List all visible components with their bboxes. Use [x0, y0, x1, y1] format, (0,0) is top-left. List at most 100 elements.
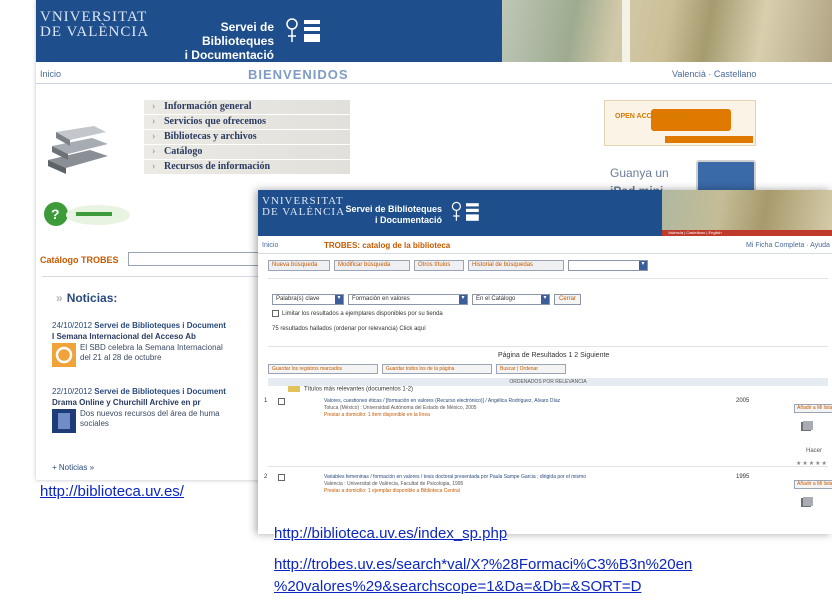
more-news-link[interactable]: + Noticias »: [52, 463, 94, 472]
language-bar: Valencià | Castellano | English: [662, 230, 832, 236]
service-name-line2: i Documentació: [374, 215, 442, 225]
book-icon: [801, 497, 813, 507]
limit-label: Limitar los resultados a ejemplares disp…: [282, 311, 443, 318]
header-photo-books: [502, 0, 832, 62]
news-source[interactable]: Servei de Biblioteques i Document: [94, 321, 226, 330]
news-title[interactable]: Drama Online y Churchill Archive en pr: [52, 398, 278, 407]
menu-item-general-info[interactable]: Información general: [144, 100, 350, 114]
news-item[interactable]: 24/10/2012 Servei de Biblioteques i Docu…: [52, 321, 278, 367]
language-links[interactable]: Valencià · Castellano: [672, 69, 756, 79]
trobes-search-url-line2[interactable]: %20valores%29&searchscope=1&Da=&Db=&SORT…: [274, 578, 642, 595]
account-links[interactable]: Mi Ficha Completa · Ayuda: [746, 242, 830, 249]
promo-text: Guanya un: [610, 166, 669, 180]
modify-search-button[interactable]: Modificar búsqueda: [334, 260, 410, 271]
news-item[interactable]: 22/10/2012 Servei de Biblioteques i Docu…: [52, 387, 278, 433]
index-sp-url-caption[interactable]: http://biblioteca.uv.es/index_sp.php: [274, 525, 508, 542]
library-service-logo[interactable]: Servei de Biblioteques i Documentació: [146, 20, 274, 62]
menu-item-resources[interactable]: Recursos de información: [144, 160, 350, 174]
search-history-button[interactable]: Historial de búsquedas: [468, 260, 564, 271]
news-heading: Noticias:: [56, 291, 118, 305]
limit-available-option[interactable]: Limitar los resultados a ejemplares disp…: [272, 310, 443, 317]
relevance-note-text: Títulos más relevantes (documentos 1-2): [304, 386, 414, 393]
menu-item-catalog[interactable]: Catálogo: [144, 145, 350, 159]
catalog-search-label: Catálogo TROBES: [40, 255, 119, 265]
menu-dropdown[interactable]: [568, 260, 648, 271]
home-link[interactable]: Inicio: [262, 242, 278, 249]
news-title[interactable]: I Semana Internacional del Acceso Ab: [52, 332, 278, 341]
add-to-list-button[interactable]: Añadir a Mi lista: [794, 404, 832, 413]
search-query-input[interactable]: Formación en valores: [348, 294, 468, 305]
search-field-select[interactable]: Palabra(s) clave: [272, 294, 344, 305]
open-access-week-banner[interactable]: OPEN ACCESS WEEK: [604, 100, 756, 146]
biblioteca-url-caption[interactable]: http://biblioteca.uv.es/: [40, 483, 184, 500]
result-title-link[interactable]: Valores, cuestiones éticas / [formación …: [324, 398, 704, 405]
result-availability: Prestar a domicilio: 1 item disponible e…: [324, 412, 430, 418]
menu-item-libraries[interactable]: Bibliotecas y archivos: [144, 130, 350, 144]
result-divider: [268, 466, 828, 467]
service-name-line1: Servei de Biblioteques: [201, 20, 274, 48]
service-name-line1: Servei de Biblioteques: [345, 204, 442, 214]
university-name-line2: DE VALÈNCIA: [40, 24, 150, 40]
news-meta: 24/10/2012 Servei de Biblioteques i Docu…: [52, 321, 278, 330]
trobes-search-url-line1[interactable]: http://trobes.uv.es/search*val/X?%28Form…: [274, 556, 693, 573]
search-scope-select[interactable]: En el Catálogo: [472, 294, 550, 305]
page-title: TROBES: catalog de la biblioteca: [324, 241, 451, 250]
svg-text:?: ?: [51, 206, 60, 222]
folder-icon: [288, 386, 300, 392]
news-summary-line1: El SBD celebra la Semana Internacional: [80, 343, 223, 352]
university-logo[interactable]: VNIVERSITAT DE VALÈNCIA: [40, 10, 149, 40]
catalog-search-input[interactable]: [128, 252, 268, 266]
add-to-list-button[interactable]: Añadir a Mi lista: [794, 480, 832, 489]
library-emblem-icon: [286, 18, 320, 42]
news-source[interactable]: Servei de Biblioteques i Document: [94, 387, 226, 396]
library-service-logo[interactable]: Servei de Biblioteques i Documentació: [342, 204, 442, 226]
university-name-line1: VNIVERSITAT: [40, 9, 148, 25]
book-icon: [801, 421, 813, 431]
results-action-buttons: Guardar los registros marcados Guardar t…: [268, 364, 598, 375]
books-stack-icon: [48, 126, 108, 174]
news-meta: 22/10/2012 Servei de Biblioteques i Docu…: [52, 387, 278, 396]
other-titles-button[interactable]: Otros títulos: [414, 260, 464, 271]
university-logo[interactable]: VNIVERSITAT DE VALÈNCIA: [262, 196, 345, 218]
presentation-slide: { "back_window": { "brand": { "universit…: [0, 0, 832, 601]
news-title-text: Drama Online y Churchill Archive en pr: [52, 398, 201, 407]
sort-button[interactable]: Buscar | Ordenar: [496, 364, 566, 374]
limit-checkbox[interactable]: [272, 310, 279, 317]
trobes-header-banner: VNIVERSITAT DE VALÈNCIA Servei de Biblio…: [258, 190, 832, 236]
menu-item-services[interactable]: Servicios que ofrecemos: [144, 115, 350, 129]
trobes-title-row: Inicio TROBES: catalog de la biblioteca …: [258, 238, 832, 254]
divider: [268, 346, 828, 347]
save-marked-button[interactable]: Guardar los registros marcados: [268, 364, 378, 374]
churchill-thumbnail-icon: [52, 409, 76, 433]
open-access-date-strip: [665, 136, 753, 143]
news-summary-line2: del 21 al 28 de octubre: [80, 353, 162, 362]
news-title-text: I Semana Internacional del Acceso Ab: [52, 332, 196, 341]
news-date: 24/10/2012: [52, 321, 93, 330]
search-submit-button[interactable]: Cerrar: [554, 294, 582, 305]
news-summary: Dos nuevos recursos del área de huma soc…: [80, 409, 278, 429]
result-title-link[interactable]: Variables femeninas / formación en valor…: [324, 474, 704, 481]
sort-order-bar: ORDENADOS POR RELEVANCIA: [268, 378, 828, 386]
library-help-logo-icon[interactable]: ?: [42, 200, 132, 228]
open-access-label: OPEN ACCESS WEEK: [615, 113, 689, 120]
relevance-note: Títulos más relevantes (documentos 1-2): [288, 386, 413, 393]
language-links[interactable]: Valencià | Castellano | English: [668, 230, 722, 235]
news-summary: El SBD celebra la Semana Internacional d…: [80, 343, 278, 363]
result-checkbox[interactable]: [278, 398, 285, 405]
search-menu-buttons: Nueva búsqueda Modificar búsqueda Otros …: [268, 260, 648, 272]
pagination[interactable]: Página de Resultados 1 2 Siguiente: [498, 352, 609, 359]
main-menu: Información general Servicios que ofrece…: [144, 100, 350, 175]
result-year: 2005: [736, 398, 750, 404]
result-publisher: Toluca (México) : Universidad Autónoma d…: [324, 405, 477, 411]
result-year: 1995: [736, 474, 750, 480]
result-number: 1: [264, 398, 268, 404]
page-heading: BIENVENIDOS: [248, 67, 349, 82]
home-link[interactable]: Inicio: [40, 69, 61, 79]
service-name-line2: i Documentació: [184, 48, 274, 62]
news-section: Noticias: 24/10/2012 Servei de Biblioteq…: [42, 276, 278, 476]
save-page-button[interactable]: Guardar todos los de la página: [382, 364, 492, 374]
result-checkbox[interactable]: [278, 474, 285, 481]
news-summary-line1: Dos nuevos recursos del área de huma: [80, 409, 220, 418]
new-search-button[interactable]: Nueva búsqueda: [268, 260, 330, 271]
news-summary-line2: sociales: [80, 419, 109, 428]
